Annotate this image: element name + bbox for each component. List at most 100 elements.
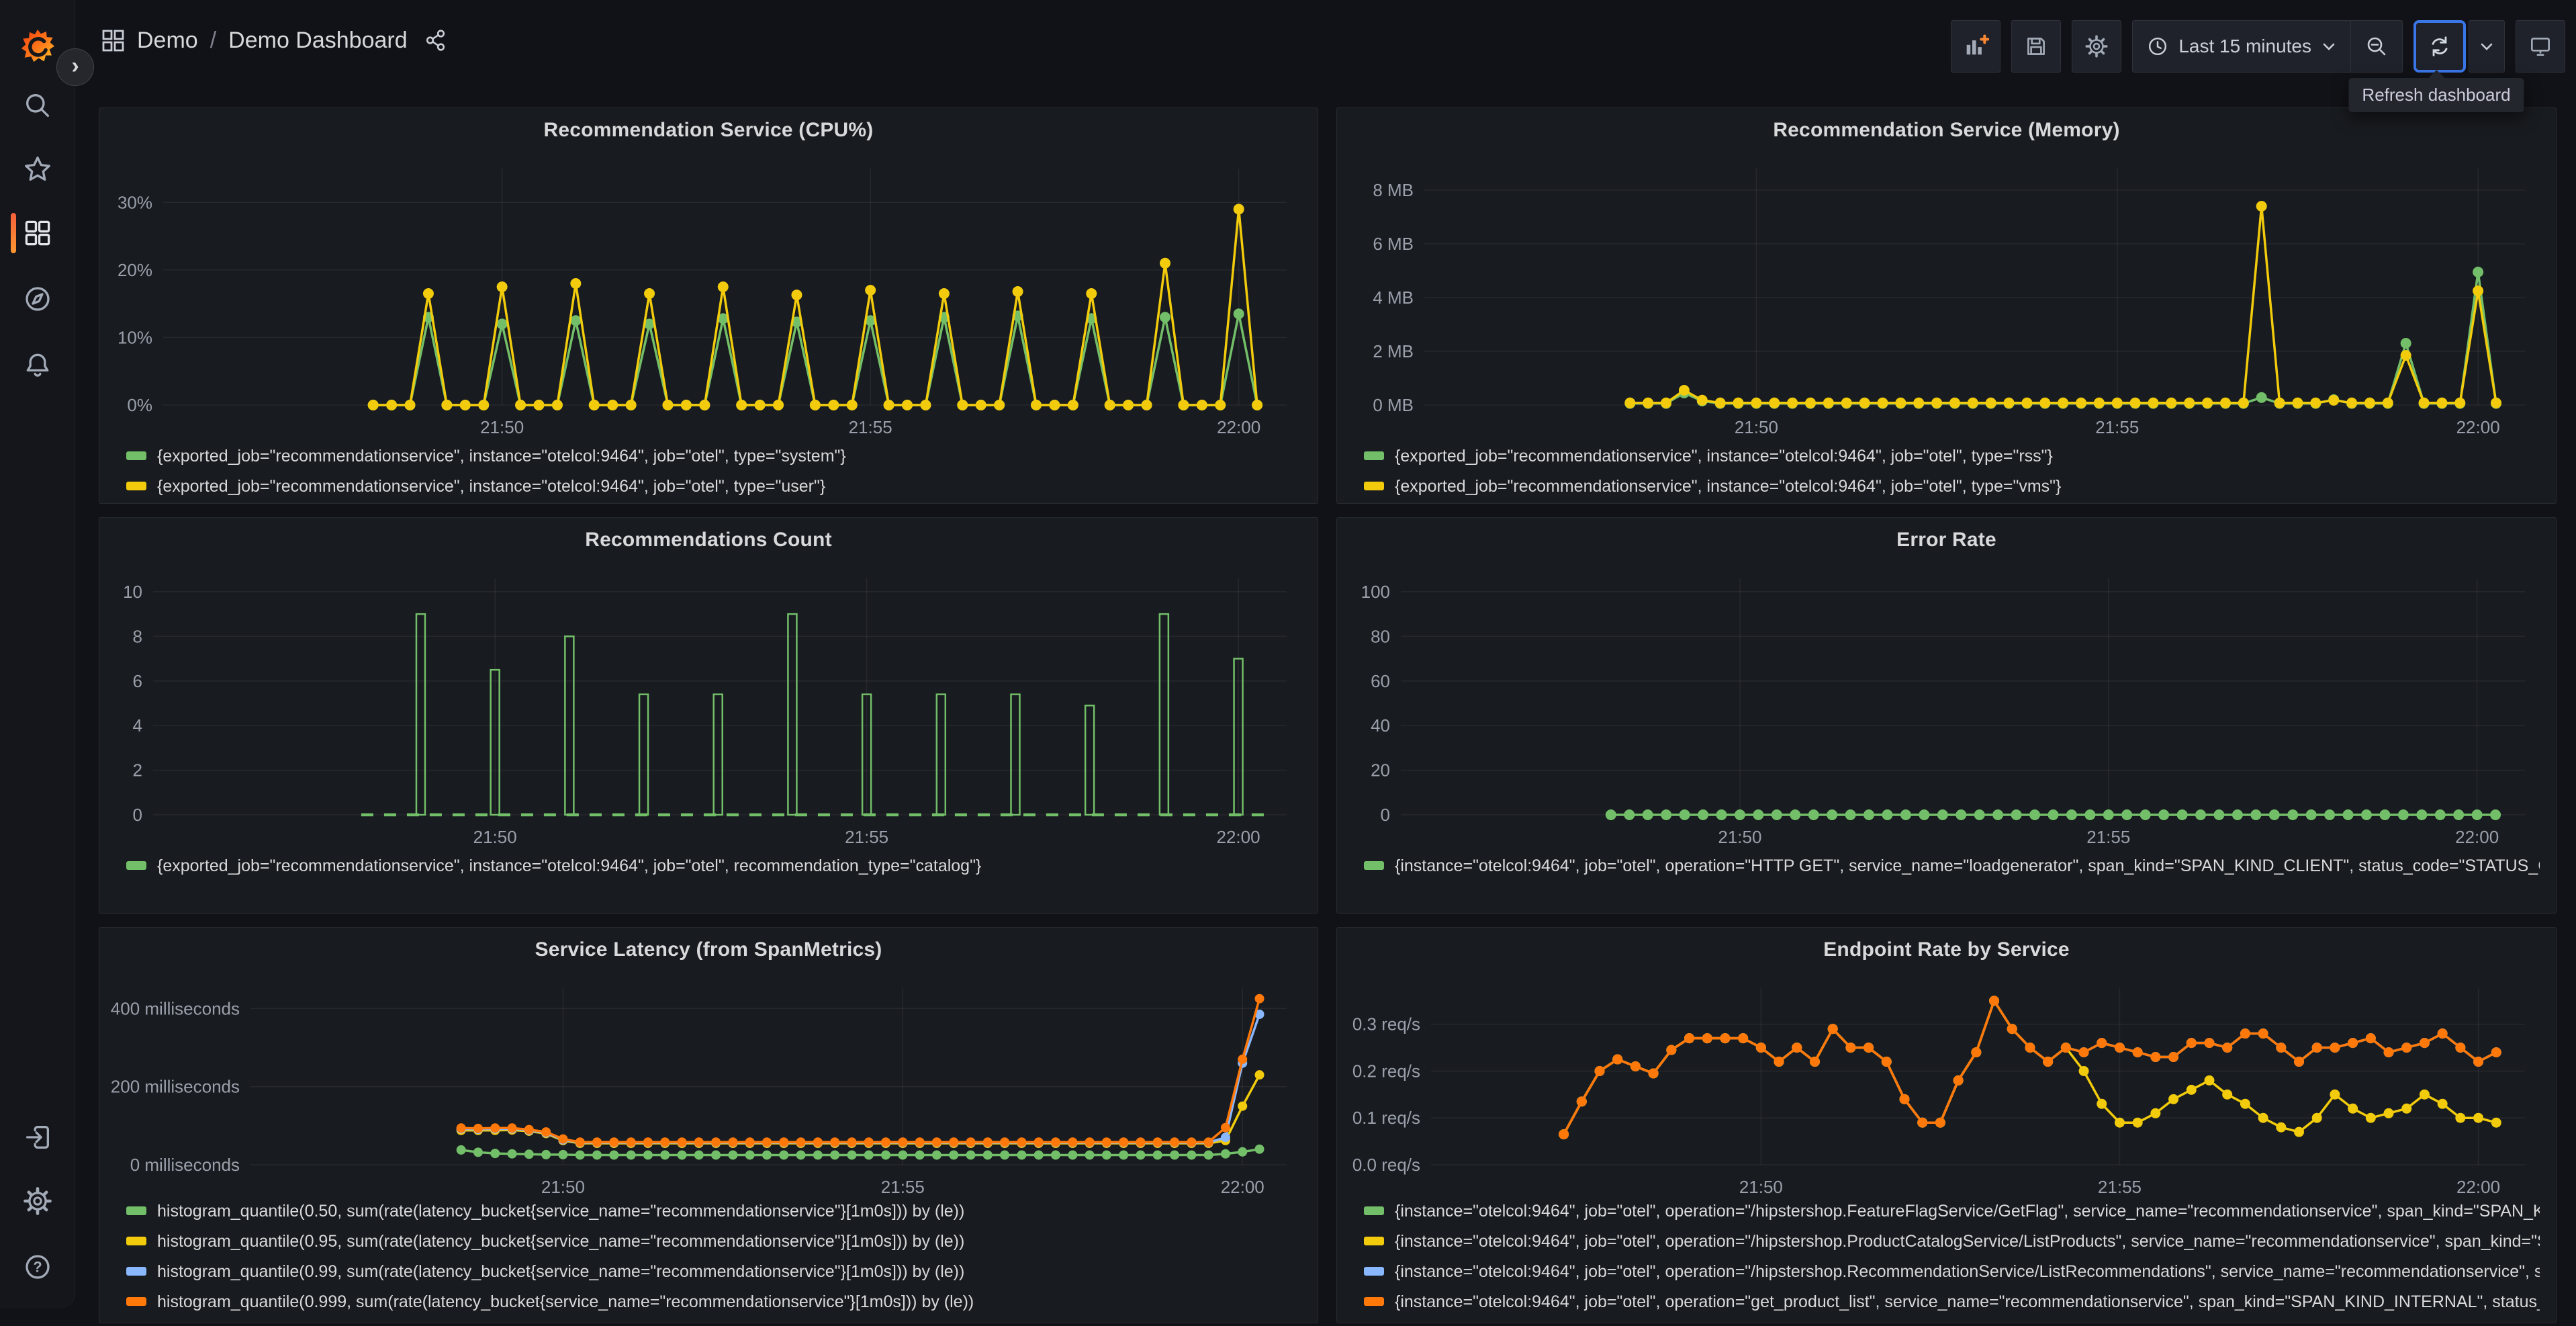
legend-item[interactable]: {exported_job="recommendationservice", i… [1364, 441, 2540, 472]
sidebar-item-search[interactable] [0, 79, 75, 132]
legend-item[interactable]: {instance="otelcol:9464", job="otel", op… [1364, 1257, 2540, 1287]
svg-text:0.2 req/s: 0.2 req/s [1352, 1061, 1420, 1081]
sidebar-item-sign-in[interactable] [0, 1110, 75, 1164]
legend-item[interactable]: histogram_quantile(0.95, sum(rate(latenc… [126, 1227, 1301, 1257]
svg-text:0: 0 [133, 805, 142, 825]
legend-swatch [126, 1237, 146, 1245]
legend-swatch [1364, 1237, 1384, 1245]
legend-item[interactable]: histogram_quantile(0.99, sum(rate(latenc… [126, 1257, 1301, 1287]
monitor-icon [2528, 34, 2553, 59]
svg-text:8 MB: 8 MB [1373, 180, 1414, 200]
time-range-label: Last 15 minutes [2178, 36, 2311, 57]
latency-legend: histogram_quantile(0.50, sum(rate(latenc… [126, 1196, 1301, 1317]
svg-text:22:00: 22:00 [2456, 1177, 2500, 1197]
panel-recommendation-cpu: Recommendation Service (CPU%) 0%10%20%30… [99, 107, 1318, 504]
sign-in-icon [22, 1122, 53, 1153]
share-icon[interactable] [424, 28, 448, 52]
legend-item[interactable]: {exported_job="recommendationservice", i… [1364, 472, 2540, 502]
sidebar-item-favorites[interactable] [0, 142, 75, 196]
gear-icon [2084, 34, 2109, 59]
legend-swatch [1364, 451, 1384, 460]
svg-text:100: 100 [1361, 582, 1390, 602]
legend-label: {exported_job="recommendationservice", i… [1395, 477, 2061, 496]
svg-text:0 MB: 0 MB [1373, 395, 1414, 415]
svg-text:8: 8 [133, 626, 142, 646]
legend-label: {exported_job="recommendationservice", i… [157, 856, 981, 875]
legend-item[interactable]: histogram_quantile(0.50, sum(rate(latenc… [126, 1196, 1301, 1227]
sidebar: › [0, 0, 75, 1309]
add-panel-button[interactable] [1951, 20, 2000, 73]
svg-text:200 milliseconds: 200 milliseconds [111, 1077, 240, 1097]
svg-text:21:50: 21:50 [1735, 417, 1778, 437]
legend-swatch [1364, 482, 1384, 490]
sidebar-item-explore[interactable] [0, 272, 75, 326]
apps-grid-icon [101, 28, 125, 52]
breadcrumb-dashboard-title[interactable]: Demo Dashboard [228, 28, 407, 54]
legend-label: {instance="otelcol:9464", job="otel", op… [1395, 1202, 2540, 1221]
legend-item[interactable]: {exported_job="recommendationservice", i… [126, 851, 1301, 881]
svg-text:21:55: 21:55 [849, 417, 892, 437]
svg-text:10: 10 [123, 582, 142, 602]
time-range-group: Last 15 minutes [2132, 20, 2403, 73]
svg-text:2: 2 [133, 760, 142, 781]
svg-text:22:00: 22:00 [1217, 417, 1260, 437]
svg-text:0.3 req/s: 0.3 req/s [1352, 1014, 1420, 1034]
grafana-flame-icon [18, 26, 57, 65]
legend-label: histogram_quantile(0.99, sum(rate(latenc… [157, 1262, 964, 1281]
zoom-out-button[interactable] [2350, 20, 2403, 73]
dashboard-toolbar: Last 15 minutes [1951, 20, 2565, 73]
svg-text:21:55: 21:55 [2098, 1177, 2142, 1197]
zoom-out-icon [2364, 34, 2389, 58]
legend-swatch [1364, 1267, 1384, 1276]
dashboard-grid: Recommendation Service (CPU%) 0%10%20%30… [75, 81, 2576, 1309]
save-dashboard-button[interactable] [2011, 20, 2061, 73]
legend-swatch [126, 1297, 146, 1306]
svg-text:21:50: 21:50 [541, 1177, 585, 1197]
svg-text:20: 20 [1371, 760, 1390, 781]
legend-item[interactable]: {instance="otelcol:9464", job="otel", op… [1364, 1196, 2540, 1227]
svg-text:21:50: 21:50 [1739, 1177, 1783, 1197]
sidebar-item-help[interactable]: ? [0, 1240, 75, 1294]
svg-text:21:55: 21:55 [2095, 417, 2139, 437]
svg-text:21:50: 21:50 [480, 417, 524, 437]
sidebar-item-alerting[interactable] [0, 338, 75, 392]
svg-text:0%: 0% [127, 395, 152, 415]
chevron-down-icon [2479, 38, 2495, 54]
legend-label: {exported_job="recommendationservice", i… [1395, 447, 2053, 466]
svg-text:4 MB: 4 MB [1373, 288, 1414, 308]
svg-text:80: 80 [1371, 626, 1390, 646]
legend-label: {exported_job="recommendationservice", i… [157, 447, 846, 466]
svg-text:6 MB: 6 MB [1373, 234, 1414, 254]
dashboard-settings-button[interactable] [2072, 20, 2121, 73]
save-icon [2023, 34, 2049, 59]
legend-item[interactable]: {exported_job="recommendationservice", i… [126, 441, 1301, 472]
legend-item[interactable]: {instance="otelcol:9464", job="otel", op… [1364, 1227, 2540, 1257]
compass-icon [22, 283, 53, 314]
refresh-interval-dropdown[interactable] [2469, 20, 2505, 73]
svg-text:0 milliseconds: 0 milliseconds [130, 1155, 240, 1175]
time-range-picker[interactable]: Last 15 minutes [2132, 20, 2350, 73]
sidebar-item-settings[interactable] [0, 1174, 75, 1228]
legend-swatch [1364, 1297, 1384, 1306]
svg-text:22:00: 22:00 [1217, 827, 1260, 847]
svg-text:21:55: 21:55 [2086, 827, 2130, 847]
legend-swatch [1364, 861, 1384, 870]
legend-item[interactable]: histogram_quantile(0.999, sum(rate(laten… [126, 1287, 1301, 1317]
breadcrumb-folder[interactable]: Demo [137, 28, 198, 54]
svg-text:21:50: 21:50 [473, 827, 517, 847]
legend-item[interactable]: {exported_job="recommendationservice", i… [126, 472, 1301, 502]
legend-label: histogram_quantile(0.50, sum(rate(latenc… [157, 1202, 964, 1221]
svg-text:?: ? [33, 1259, 42, 1276]
cycle-view-button[interactable] [2516, 20, 2565, 73]
legend-item[interactable]: {instance="otelcol:9464", job="otel", op… [1364, 1287, 2540, 1317]
svg-text:21:55: 21:55 [881, 1177, 925, 1197]
refresh-dashboard-button[interactable] [2413, 20, 2466, 73]
dashboards-grid-icon [22, 218, 53, 249]
legend-item[interactable]: {instance="otelcol:9464", job="otel", op… [1364, 851, 2540, 881]
svg-text:10%: 10% [118, 327, 152, 347]
panel-endpoint-rate: Endpoint Rate by Service 0.0 req/s0.1 re… [1336, 927, 2557, 1323]
sidebar-expand-button[interactable]: › [56, 48, 94, 86]
sidebar-item-dashboards[interactable] [0, 206, 75, 260]
search-icon [22, 90, 53, 121]
svg-text:30%: 30% [118, 192, 152, 212]
